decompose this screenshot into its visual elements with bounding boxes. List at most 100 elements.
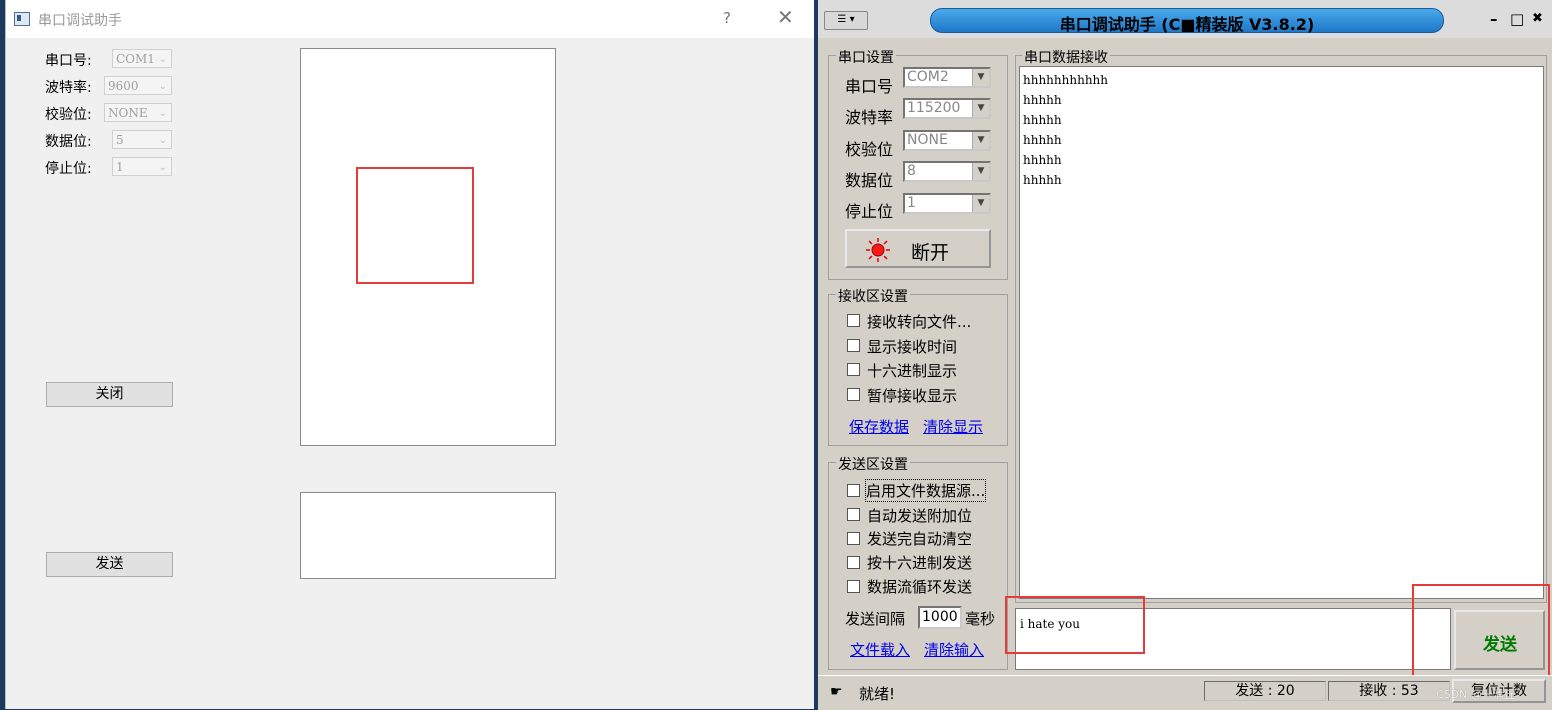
show-recv-time-label: 显示接收时间: [867, 338, 958, 356]
file-source-checkbox[interactable]: [847, 484, 860, 497]
stopbits-value: 1: [907, 195, 916, 211]
chevron-down-icon: ⌄: [158, 81, 167, 92]
disconnect-button[interactable]: 断开: [845, 229, 991, 268]
recv-data-title: 串口数据接收: [1022, 47, 1110, 67]
sent-count: 发送 : 20: [1204, 681, 1326, 701]
close-window-button[interactable]: ✖: [1532, 11, 1543, 26]
auto-append-checkbox[interactable]: [847, 508, 860, 521]
red-highlight-box: [356, 167, 474, 284]
dropdown-arrow-icon: ▼: [972, 195, 989, 212]
recv-to-file-checkbox[interactable]: [847, 314, 860, 327]
disconnect-label: 断开: [911, 242, 950, 264]
baud-label: 波特率:: [45, 80, 92, 96]
recv-line: hhhhh: [1023, 113, 1062, 127]
minimize-button[interactable]: –: [1490, 10, 1498, 28]
chevron-down-icon: ⌄: [158, 162, 167, 173]
auto-append-label: 自动发送附加位: [867, 507, 973, 525]
loop-send-label: 数据流循环发送: [867, 578, 973, 596]
parity-value: NONE: [907, 132, 948, 148]
right-title-bar: ☰ ▾ 串口调试助手 (C■精装版 V3.8.2) – □ ✖: [818, 0, 1552, 38]
hex-display-checkbox[interactable]: [847, 363, 860, 376]
menu-icon: ☰: [837, 14, 847, 25]
interval-label: 发送间隔: [845, 610, 906, 628]
file-load-link[interactable]: 文件载入: [850, 639, 910, 660]
hex-send-label: 按十六进制发送: [867, 554, 973, 572]
baud-combo[interactable]: 115200 ▼: [903, 98, 991, 119]
app-window-icon: [14, 12, 30, 26]
loop-send-checkbox[interactable]: [847, 580, 860, 593]
save-data-link[interactable]: 保存数据: [849, 416, 909, 437]
baud-value: 115200: [907, 100, 961, 116]
recv-line: hhhhh: [1023, 93, 1062, 107]
port-combo[interactable]: COM1 ⌄: [112, 49, 172, 68]
databits-label: 数据位: [845, 171, 894, 190]
dropdown-arrow-icon: ▼: [972, 69, 989, 86]
databits-combo[interactable]: 8 ▼: [903, 161, 991, 182]
receive-settings-title: 接收区设置: [836, 286, 910, 306]
send-button[interactable]: 发送: [46, 552, 173, 577]
left-serial-window: 串口调试助手 ? ✕ 串口号: COM1 ⌄ 波特率: 9600 ⌄ 校验位: NO…: [5, 0, 814, 709]
recv-to-file-label: 接收转向文件...: [867, 313, 972, 331]
parity-label: 校验位: [845, 140, 894, 159]
interval-input[interactable]: 1000: [918, 606, 962, 629]
chevron-down-icon: ⌄: [158, 135, 167, 146]
hex-display-label: 十六进制显示: [867, 362, 958, 380]
dropdown-arrow-icon: ▼: [972, 100, 989, 117]
auto-clear-checkbox[interactable]: [847, 532, 860, 545]
system-menu-button[interactable]: ☰ ▾: [824, 11, 868, 30]
pause-display-checkbox[interactable]: [847, 388, 860, 401]
maximize-button[interactable]: □: [1510, 10, 1524, 28]
recv-line: hhhhh: [1023, 173, 1062, 187]
port-combo[interactable]: COM2 ▼: [903, 67, 991, 88]
chevron-down-icon: ▾: [849, 14, 855, 25]
recv-line: hhhhhhhhhhh: [1023, 73, 1109, 87]
stopbits-combo[interactable]: 1 ▼: [903, 193, 991, 214]
port-label: 串口号:: [45, 53, 92, 69]
recv-count: 接收 : 53: [1328, 681, 1450, 701]
baud-combo[interactable]: 9600 ⌄: [104, 76, 172, 95]
send-text-input[interactable]: [300, 492, 556, 579]
chevron-down-icon: ⌄: [158, 108, 167, 119]
parity-combo[interactable]: NONE ▼: [903, 130, 991, 151]
title-capsule: 串口调试助手 (C■精装版 V3.8.2): [930, 8, 1444, 34]
pointing-hand-icon: ☛: [830, 684, 843, 700]
status-ready: 就绪!: [859, 685, 896, 703]
left-window-title: 串口调试助手: [38, 13, 122, 29]
interval-unit: 毫秒: [965, 610, 996, 628]
right-serial-window: ☰ ▾ 串口调试助手 (C■精装版 V3.8.2) – □ ✖ 串口设置 串口号…: [818, 0, 1552, 710]
help-button[interactable]: ?: [723, 9, 731, 27]
red-highlight-box: [1412, 584, 1550, 679]
parity-combo[interactable]: NONE ⌄: [104, 103, 172, 122]
red-led-icon: [866, 238, 890, 262]
recv-line: hhhhh: [1023, 153, 1062, 167]
close-window-button[interactable]: ✕: [777, 5, 794, 29]
receive-text-area[interactable]: hhhhhhhhhhh hhhhh hhhhh hhhhh hhhhh hhhh…: [1019, 66, 1544, 599]
databits-label: 数据位:: [45, 134, 92, 150]
stopbits-label: 停止位: [845, 202, 894, 221]
databits-value: 8: [907, 163, 916, 179]
databits-combo[interactable]: 5 ⌄: [112, 130, 172, 149]
clear-display-link[interactable]: 清除显示: [923, 416, 983, 437]
parity-label: 校验位:: [45, 107, 92, 123]
port-label: 串口号: [845, 77, 894, 96]
stopbits-combo[interactable]: 1 ⌄: [112, 157, 172, 176]
serial-settings-title: 串口设置: [836, 47, 896, 67]
clear-input-link[interactable]: 清除输入: [924, 639, 984, 660]
dropdown-arrow-icon: ▼: [972, 132, 989, 149]
parity-value: NONE: [108, 106, 148, 120]
send-settings-title: 发送区设置: [836, 454, 910, 474]
port-value: COM2: [907, 69, 949, 85]
baud-label: 波特率: [845, 108, 894, 127]
chevron-down-icon: ⌄: [158, 54, 167, 65]
watermark: CSDN @一淸丘: [1436, 688, 1515, 701]
close-port-button[interactable]: 关闭: [46, 382, 173, 407]
show-recv-time-checkbox[interactable]: [847, 339, 860, 352]
red-highlight-box: [1005, 596, 1145, 654]
port-value: COM1: [116, 52, 155, 66]
hex-send-checkbox[interactable]: [847, 556, 860, 569]
right-window-title: 串口调试助手 (C■精装版 V3.8.2): [1059, 15, 1315, 34]
pause-display-label: 暂停接收显示: [867, 387, 958, 405]
dropdown-arrow-icon: ▼: [972, 163, 989, 180]
auto-clear-label: 发送完自动清空: [867, 530, 973, 548]
stopbits-value: 1: [116, 160, 124, 174]
